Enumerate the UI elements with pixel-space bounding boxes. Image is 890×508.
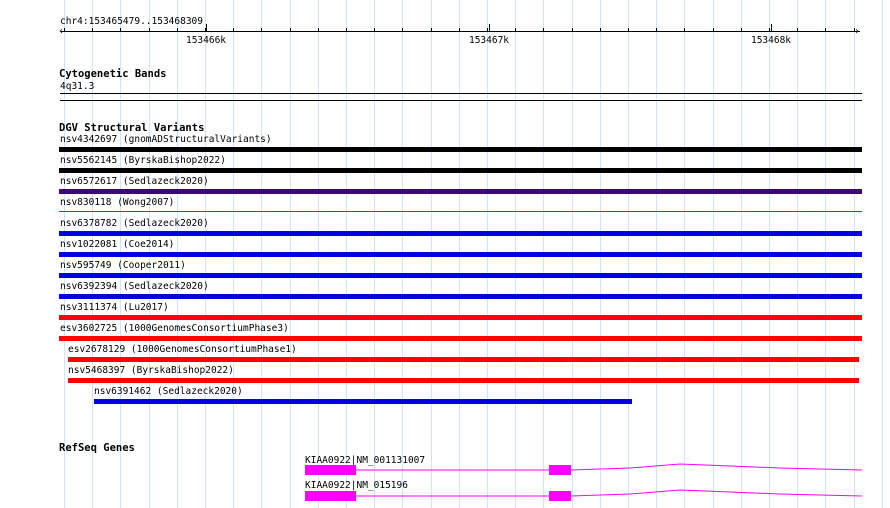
- intron-line: [356, 463, 863, 471]
- ruler-tick: [261, 28, 262, 32]
- dgv-feature-label: nsv3111374 (Lu2017): [60, 302, 169, 313]
- ruler-tick: [346, 28, 347, 32]
- dgv-feature-bar[interactable]: [68, 357, 859, 362]
- dgv-feature-bar[interactable]: [94, 399, 632, 404]
- ruler-tick: [713, 28, 714, 32]
- ruler-tick: [769, 28, 770, 32]
- ruler-label-2: 153467k: [468, 35, 510, 46]
- ruler-tick: [515, 28, 516, 32]
- ruler-tick: [177, 28, 178, 32]
- ruler-tick: [656, 28, 657, 32]
- dgv-feature-label: nsv830118 (Wong2007): [60, 197, 175, 208]
- dgv-feature-bar[interactable]: [59, 231, 862, 236]
- exon-block: [549, 491, 571, 501]
- dgv-feature-label: nsv6392394 (Sedlazeck2020): [60, 281, 209, 292]
- ruler-tick: [487, 28, 488, 32]
- dgv-feature-bar[interactable]: [68, 378, 859, 383]
- exon-block: [305, 491, 356, 501]
- dgv-track-title: DGV Structural Variants: [59, 122, 205, 134]
- dgv-feature-bar[interactable]: [59, 147, 862, 152]
- dgv-feature-label: nsv5468397 (ByrskaBishop2022): [68, 365, 234, 376]
- dgv-feature-bar[interactable]: [59, 315, 862, 320]
- ruler-tick: [64, 28, 65, 32]
- dgv-feature-bar[interactable]: [59, 336, 862, 341]
- ruler-label-1: 153466k: [185, 35, 227, 46]
- ruler-tick: [120, 28, 121, 32]
- ruler-tick: [854, 28, 855, 32]
- ruler-tick: [741, 28, 742, 32]
- dgv-feature-label: nsv595749 (Cooper2011): [60, 260, 186, 271]
- dgv-feature-label: nsv4342697 (gnomADStructuralVariants): [60, 134, 272, 145]
- ruler-tick: [825, 28, 826, 32]
- ruler-major-tick: [489, 24, 490, 32]
- refseq-track-title: RefSeq Genes: [59, 442, 135, 454]
- ruler-tick: [431, 28, 432, 32]
- ruler-tick: [797, 28, 798, 32]
- ruler-tick: [628, 28, 629, 32]
- location-label: chr4:153465479..153468309: [60, 16, 203, 27]
- genome-browser-view: chr4:153465479..153468309 ‹ › 153466k 15…: [0, 0, 890, 508]
- ruler-tick: [92, 28, 93, 32]
- refseq-transcript-model[interactable]: [0, 486, 890, 506]
- ruler-tick: [374, 28, 375, 32]
- dgv-feature-bar[interactable]: [59, 294, 862, 299]
- dgv-feature-label: nsv5562145 (ByrskaBishop2022): [60, 155, 226, 166]
- cytoband-bar-bottom: [60, 100, 862, 101]
- cytoband-bar-top: [60, 93, 862, 94]
- cytoband-label: 4q31.3: [60, 81, 95, 92]
- dgv-feature-bar[interactable]: [59, 273, 862, 278]
- intron-line: [356, 489, 863, 497]
- dgv-feature-label: nsv1022081 (Coe2014): [60, 239, 175, 250]
- ruler-tick: [290, 28, 291, 32]
- dgv-feature-label: nsv6378782 (Sedlazeck2020): [60, 218, 209, 229]
- dgv-feature-bar[interactable]: [59, 252, 862, 257]
- ruler-tick: [572, 28, 573, 32]
- dgv-feature-label: esv3602725 (1000GenomesConsortiumPhase3): [60, 323, 289, 334]
- ruler-tick: [149, 28, 150, 32]
- dgv-feature-bar[interactable]: [59, 168, 862, 173]
- dgv-feature-label: nsv6572617 (Sedlazeck2020): [60, 176, 209, 187]
- ruler-tick: [318, 28, 319, 32]
- dgv-feature-label: nsv6391462 (Sedlazeck2020): [94, 386, 243, 397]
- refseq-transcript-model[interactable]: [0, 460, 890, 480]
- dgv-feature-bar[interactable]: [59, 189, 862, 194]
- ruler-tick: [233, 28, 234, 32]
- ruler-tick: [459, 28, 460, 32]
- ruler-label-3: 153468k: [750, 35, 792, 46]
- ruler-tick: [543, 28, 544, 32]
- dgv-feature-label: esv2678129 (1000GenomesConsortiumPhase1): [68, 344, 297, 355]
- ruler-tick: [684, 28, 685, 32]
- exon-block: [549, 465, 571, 475]
- ruler-major-tick: [206, 24, 207, 32]
- ruler-tick: [600, 28, 601, 32]
- ruler-major-tick: [771, 24, 772, 32]
- exon-block: [305, 465, 356, 475]
- dgv-feature-bar[interactable]: [59, 211, 862, 212]
- ruler-tick: [402, 28, 403, 32]
- grid-line: [882, 0, 883, 508]
- cytoband-track-title: Cytogenetic Bands: [59, 68, 167, 80]
